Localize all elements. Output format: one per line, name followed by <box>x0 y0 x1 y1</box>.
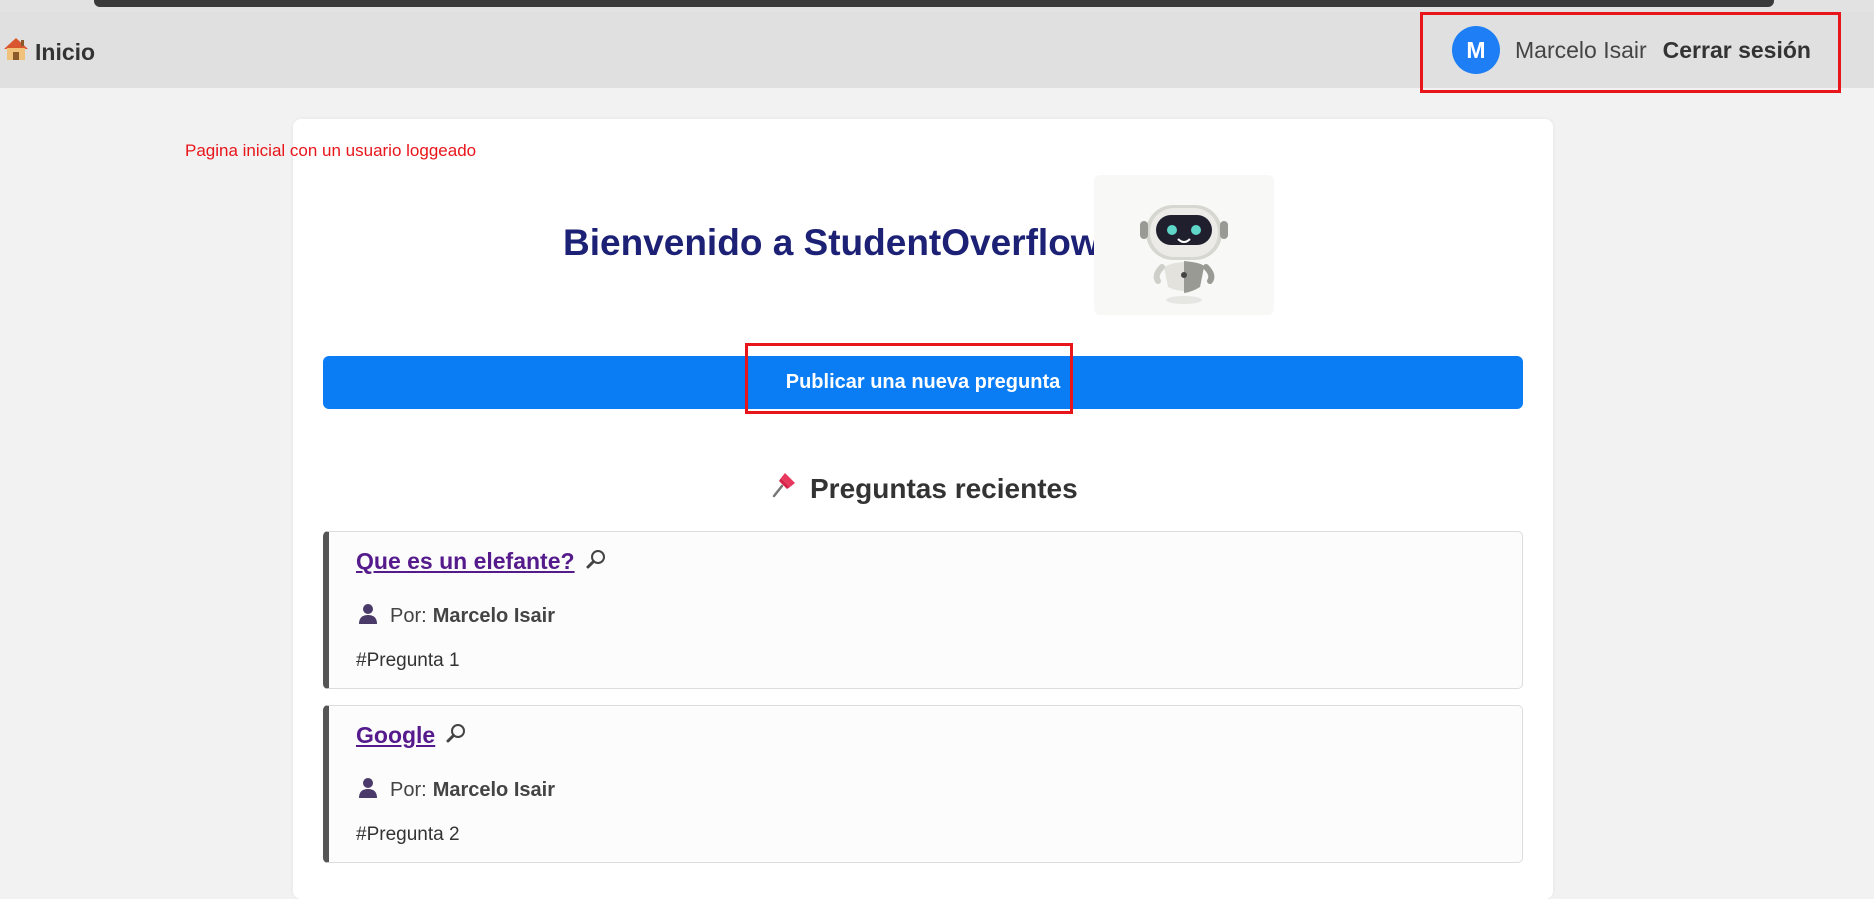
question-number: #Pregunta 1 <box>356 650 460 671</box>
author-prefix: Por: <box>390 604 427 627</box>
question-card: Google Por: Marcelo Isair #Pregunta 2 <box>323 705 1523 863</box>
robot-mascot-image <box>1094 175 1274 315</box>
recent-questions-heading: Preguntas recientes <box>768 470 1078 507</box>
author-prefix: Por: <box>390 778 427 801</box>
welcome-title: Bienvenido a StudentOverflow <box>563 222 1100 263</box>
browser-tab-bar <box>94 0 1774 7</box>
author-name: Marcelo Isair <box>432 778 555 801</box>
annotation-text: Pagina inicial con un usuario loggeado <box>185 141 477 160</box>
magnifier-icon <box>585 548 607 575</box>
home-label: Inicio <box>35 38 96 65</box>
question-author: Por: Marcelo Isair <box>356 775 555 805</box>
magnifier-icon <box>445 722 467 749</box>
author-name: Marcelo Isair <box>432 604 555 627</box>
recent-questions-title: Preguntas recientes <box>810 472 1078 504</box>
home-link[interactable]: Inicio <box>3 36 95 68</box>
question-title-row: Google <box>356 722 467 749</box>
house-icon <box>3 36 29 68</box>
user-silhouette-icon <box>356 775 380 805</box>
question-card: Que es un elefante? Por: Marcelo Isair #… <box>323 531 1523 689</box>
pushpin-icon <box>768 470 798 507</box>
question-number: #Pregunta 2 <box>356 824 460 845</box>
question-title-link[interactable]: Que es un elefante? <box>356 548 575 575</box>
highlight-publish-button <box>745 343 1073 414</box>
browser-top-strip <box>0 0 1874 12</box>
question-title-row: Que es un elefante? <box>356 548 607 575</box>
question-author: Por: Marcelo Isair <box>356 601 555 631</box>
user-silhouette-icon <box>356 601 380 631</box>
question-title-link[interactable]: Google <box>356 722 435 749</box>
highlight-user-area <box>1420 12 1841 93</box>
